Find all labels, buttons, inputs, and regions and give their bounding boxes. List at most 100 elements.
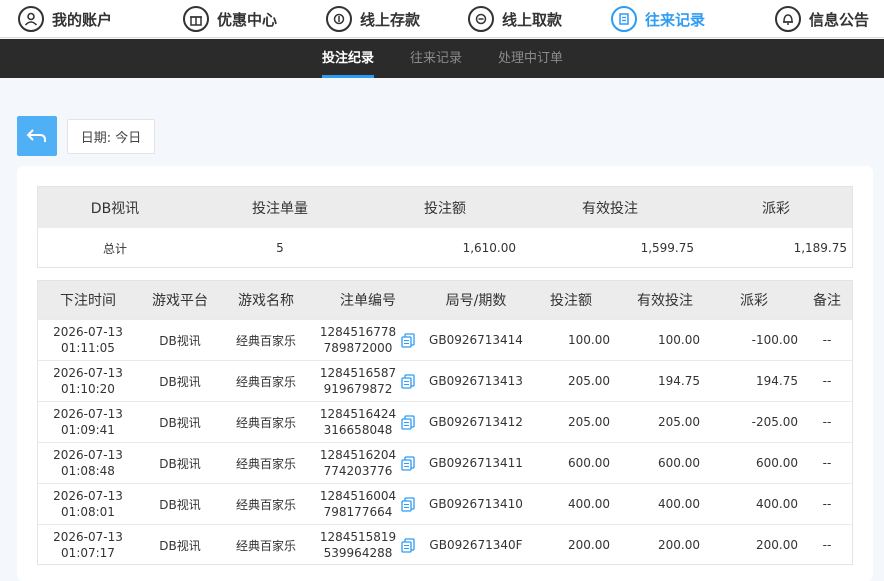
summary-bet: 1,610.00 xyxy=(462,241,516,255)
bet-id-line1: 1284516778 xyxy=(319,325,397,339)
cell-game: 经典百家乐 xyxy=(235,538,296,553)
summary-total-label: 总计 xyxy=(102,241,127,256)
bet-id-line1: 1284516004 xyxy=(319,489,397,503)
records-header: 下注时间 游戏平台 游戏名称 注单编号 局号/期数 投注额 有效投注 派彩 备注 xyxy=(38,281,852,319)
cell-bet-time: 2026-07-13 01:10:20 xyxy=(48,361,128,401)
header-game: 游戏名称 xyxy=(238,293,294,309)
cell-note: -- xyxy=(822,374,832,388)
summary-header-platform: DB视讯 xyxy=(90,200,140,217)
bet-time: 01:09:41 xyxy=(61,423,115,437)
cell-payout: 194.75 xyxy=(756,374,798,388)
tab-pending-orders[interactable]: 处理中订单 xyxy=(498,39,563,78)
cell-payout: -205.00 xyxy=(751,415,798,429)
cell-bet-id: 1284516587 919679872 xyxy=(318,361,398,401)
gift-icon xyxy=(183,6,209,32)
copy-icon[interactable] xyxy=(401,415,415,430)
cell-valid: 194.75 xyxy=(658,374,700,388)
cell-note: -- xyxy=(822,456,832,470)
bet-id-line1: 1284515819 xyxy=(319,530,397,544)
summary-row: 总计 5 1,610.00 1,599.75 1,189.75 xyxy=(38,228,852,268)
summary-payout: 1,189.75 xyxy=(793,241,847,255)
records-table: 下注时间 游戏平台 游戏名称 注单编号 局号/期数 投注额 有效投注 派彩 备注… xyxy=(37,280,853,565)
cell-note: -- xyxy=(822,333,832,347)
nav-label: 往来记录 xyxy=(645,10,706,29)
cell-bet-time: 2026-07-13 01:11:05 xyxy=(48,320,128,360)
table-row: 2026-07-13 01:09:41 DB视讯 经典百家乐 1284516424 316… xyxy=(38,401,852,442)
cell-bet: 400.00 xyxy=(568,497,610,511)
cell-platform: DB视讯 xyxy=(159,456,201,471)
nav-my-account[interactable]: 我的账户 xyxy=(18,0,112,38)
cell-payout: -100.00 xyxy=(751,333,798,347)
copy-icon[interactable] xyxy=(401,456,415,471)
cell-valid: 100.00 xyxy=(658,333,700,347)
bet-time: 01:07:17 xyxy=(61,546,115,560)
cell-platform: DB视讯 xyxy=(159,415,201,430)
bet-date: 2026-07-13 xyxy=(53,448,123,462)
table-row: 2026-07-13 01:11:05 DB视讯 经典百家乐 1284516778 789… xyxy=(38,319,852,360)
cell-round: GB0926713411 xyxy=(429,456,523,470)
cell-note: -- xyxy=(822,538,832,552)
nav-label: 我的账户 xyxy=(52,10,113,29)
copy-icon[interactable] xyxy=(401,333,415,348)
copy-icon[interactable] xyxy=(401,497,415,512)
copy-icon[interactable] xyxy=(401,538,415,553)
cell-note: -- xyxy=(822,497,832,511)
summary-table: DB视讯 投注单量 投注额 有效投注 派彩 总计 5 1,610.00 1,59… xyxy=(37,186,853,268)
cell-bet-time: 2026-07-13 01:09:41 xyxy=(48,402,128,442)
summary-valid: 1,599.75 xyxy=(640,241,694,255)
nav-label: 优惠中心 xyxy=(217,10,278,29)
cell-bet: 205.00 xyxy=(568,374,610,388)
bet-time: 01:08:48 xyxy=(61,464,115,478)
header-bet: 投注额 xyxy=(550,293,592,309)
cell-bet-id: 1284516778 789872000 xyxy=(318,320,398,360)
cell-game: 经典百家乐 xyxy=(235,374,296,389)
bet-id-line2: 539964288 xyxy=(323,546,393,560)
cell-payout: 200.00 xyxy=(756,538,798,552)
copy-icon[interactable] xyxy=(401,374,415,389)
nav-records[interactable]: 往来记录 xyxy=(611,0,705,38)
header-platform: 游戏平台 xyxy=(152,293,208,309)
back-button[interactable] xyxy=(17,116,57,156)
cell-payout: 400.00 xyxy=(756,497,798,511)
cell-platform: DB视讯 xyxy=(159,374,201,389)
bet-id-line2: 316658048 xyxy=(323,423,393,437)
bet-id-line2: 774203776 xyxy=(323,464,393,478)
withdraw-icon xyxy=(468,6,494,32)
tab-transaction-records[interactable]: 往来记录 xyxy=(410,39,462,78)
cell-game: 经典百家乐 xyxy=(235,456,296,471)
cell-round: GB0926713412 xyxy=(429,415,523,429)
cell-valid: 600.00 xyxy=(658,456,700,470)
cell-valid: 205.00 xyxy=(658,415,700,429)
cell-valid: 400.00 xyxy=(658,497,700,511)
bet-time: 01:11:05 xyxy=(61,341,115,355)
cell-bet-id: 1284516424 316658048 xyxy=(318,402,398,442)
bet-id-line1: 1284516587 xyxy=(319,366,397,380)
cell-bet: 100.00 xyxy=(568,333,610,347)
cell-bet-time: 2026-07-13 01:08:01 xyxy=(48,484,128,524)
nav-withdraw[interactable]: 线上取款 xyxy=(468,0,562,38)
cell-game: 经典百家乐 xyxy=(235,415,296,430)
header-note: 备注 xyxy=(813,293,841,309)
header-bet-id: 注单编号 xyxy=(340,293,396,309)
cell-bet-time: 2026-07-13 01:07:17 xyxy=(48,525,128,565)
cell-platform: DB视讯 xyxy=(159,538,201,553)
nav-deposit[interactable]: 线上存款 xyxy=(326,0,420,38)
deposit-icon xyxy=(326,6,352,32)
tab-bet-records[interactable]: 投注纪录 xyxy=(322,39,375,78)
cell-note: -- xyxy=(822,415,832,429)
bet-date: 2026-07-13 xyxy=(53,407,123,421)
table-row: 2026-07-13 01:08:01 DB视讯 经典百家乐 1284516004 798… xyxy=(38,483,852,524)
cell-platform: DB视讯 xyxy=(159,333,201,348)
bet-time: 01:08:01 xyxy=(61,505,115,519)
date-filter[interactable]: 日期: 今日 xyxy=(67,119,155,154)
nav-promotions[interactable]: 优惠中心 xyxy=(183,0,277,38)
header-bet-time: 下注时间 xyxy=(60,293,116,309)
bet-date: 2026-07-13 xyxy=(53,530,123,544)
nav-announcements[interactable]: 信息公告 xyxy=(775,0,869,38)
user-icon xyxy=(18,6,44,32)
nav-label: 信息公告 xyxy=(809,10,870,29)
cell-bet: 200.00 xyxy=(568,538,610,552)
cell-bet-id: 1284516204 774203776 xyxy=(318,443,398,483)
cell-bet: 205.00 xyxy=(568,415,610,429)
cell-bet-id: 1284515819 539964288 xyxy=(318,525,398,565)
